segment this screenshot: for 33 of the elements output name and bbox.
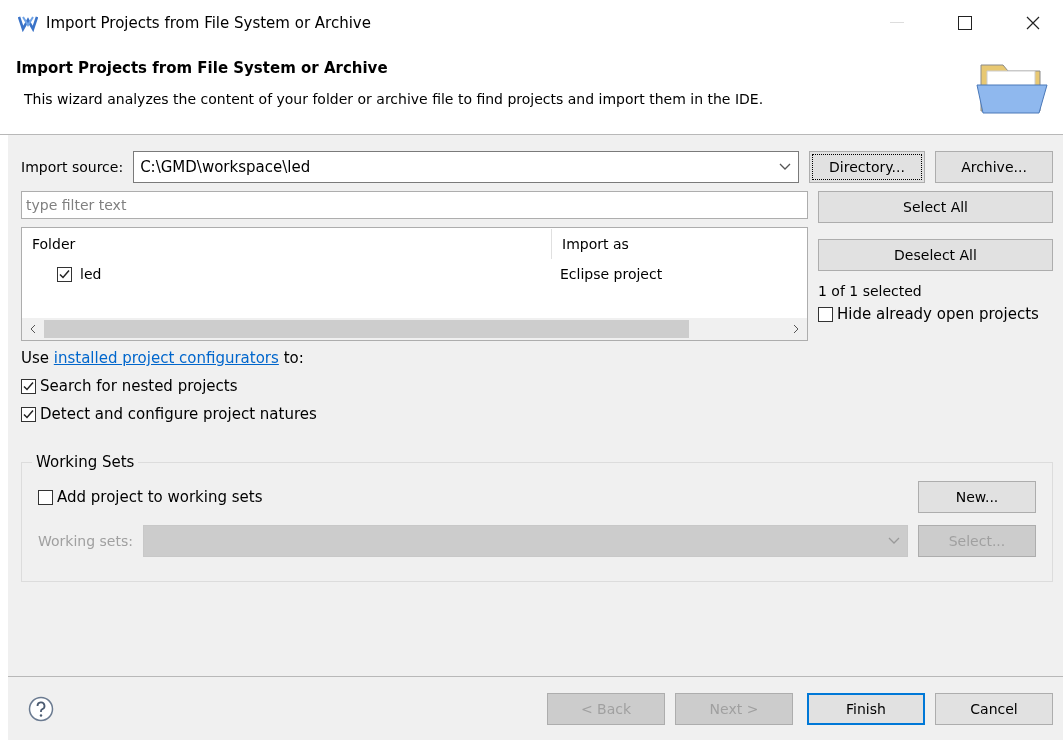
filter-field[interactable]: type filter text	[21, 191, 808, 219]
checkbox-label[interactable]: Detect and configure project natures	[40, 405, 317, 423]
import-source-label: Import source:	[21, 159, 124, 175]
folder-name: led	[80, 266, 102, 282]
import-source-combo[interactable]: C:\GMD\workspace\led	[133, 151, 799, 183]
checkbox[interactable]	[21, 406, 36, 422]
column-header[interactable]: Folder	[22, 229, 552, 259]
checkbox[interactable]	[21, 378, 36, 394]
wizard-description: This wizard analyzes the content of your folder or archive file to find projects and import them in the IDE.	[23, 91, 765, 107]
wizard-title: Import Projects from File System or Archive	[16, 59, 389, 77]
dropdown-caret-icon[interactable]	[778, 162, 792, 172]
source-button[interactable]: Directory...	[809, 151, 925, 183]
configurators-link[interactable]: installed project configurators	[53, 349, 279, 367]
wizard-button[interactable]: Finish	[807, 692, 925, 725]
maximize-icon[interactable]	[958, 15, 972, 30]
window-title: Import Projects from File System or Archive	[46, 13, 372, 32]
help-icon[interactable]	[28, 695, 54, 722]
group-title: Working Sets	[35, 453, 136, 471]
wizard-button[interactable]: Cancel	[935, 692, 1053, 725]
working-sets-label: Working sets:	[38, 533, 133, 549]
checkbox[interactable]	[818, 306, 833, 322]
checkbox-label[interactable]: Search for nested projects	[40, 377, 238, 395]
horizontal-scrollbar[interactable]	[22, 318, 807, 340]
selection-count: 1 of 1 selected	[818, 283, 923, 299]
checkbox[interactable]	[57, 266, 72, 282]
configurators-text: Use installed project configurators to:	[21, 349, 305, 367]
checkbox-label[interactable]: Hide already open projects	[837, 305, 1039, 323]
import-as-cell-text: Eclipse project	[559, 266, 664, 282]
source-button[interactable]: Archive...	[935, 151, 1053, 183]
column-header[interactable]: Import as	[552, 229, 807, 259]
side-button[interactable]: Select All	[818, 191, 1053, 223]
close-icon[interactable]	[1026, 15, 1040, 30]
side-button[interactable]: Deselect All	[818, 239, 1053, 271]
